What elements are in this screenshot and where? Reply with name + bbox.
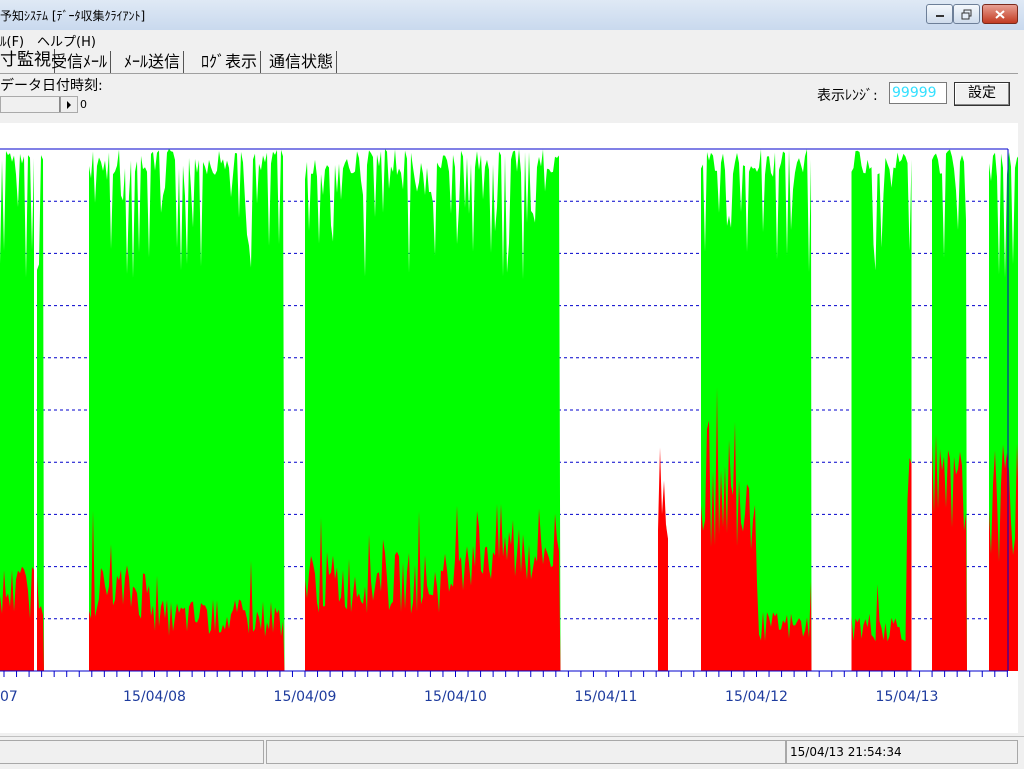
close-icon xyxy=(995,9,1005,19)
x-tick-label: 15/04/12 xyxy=(725,689,788,705)
display-range-input[interactable] xyxy=(889,82,947,104)
x-tick-label: 15/04/08 xyxy=(123,689,186,705)
status-datetime: 15/04/13 21:54:34 xyxy=(786,740,1018,764)
scroll-thumb[interactable] xyxy=(1,97,60,112)
menu-file[interactable]: ﾙ(F) xyxy=(0,31,24,50)
close-button[interactable] xyxy=(982,4,1018,24)
x-tick-label: 15/04/10 xyxy=(424,689,487,705)
window-title: 予知ｼｽﾃﾑ [ﾃﾞｰﾀ収集ｸﾗｲｱﾝﾄ] xyxy=(0,9,146,23)
x-tick-label: 07 xyxy=(0,689,18,705)
arrow-right-icon xyxy=(67,100,71,109)
set-button[interactable]: 設定 xyxy=(954,82,1010,106)
tab-comm-status[interactable]: 通信状態 xyxy=(266,51,338,73)
x-tick-label: 15/04/11 xyxy=(575,689,638,705)
tab-strip: 寸監視 受信ﾒｰﾙ ﾒｰﾙ送信 ﾛｸﾞ表示 通信状態 xyxy=(0,49,400,73)
display-range-label: 表示ﾚﾝｼﾞ: xyxy=(817,88,878,104)
time-scrollbar[interactable] xyxy=(0,96,78,113)
tab-received-mail[interactable]: 受信ﾒｰﾙ xyxy=(48,51,112,73)
status-bar: 15/04/13 21:54:34 xyxy=(0,736,1024,769)
x-tick-label: 15/04/09 xyxy=(274,689,337,705)
restore-icon xyxy=(961,9,971,19)
x-tick-labels: 07 15/04/08 15/04/09 15/04/10 15/04/11 15/04/… xyxy=(0,689,938,705)
monitor-chart: 07 15/04/08 15/04/09 15/04/10 15/04/11 15/04/… xyxy=(0,123,1018,733)
x-tick-label: 15/04/13 xyxy=(876,689,939,705)
title-bar: 予知ｼｽﾃﾑ [ﾃﾞｰﾀ収集ｸﾗｲｱﾝﾄ] xyxy=(0,0,1024,31)
status-panel-2 xyxy=(266,740,786,764)
green-area xyxy=(851,150,912,672)
scroll-value: 0 xyxy=(80,98,87,111)
tab-send-mail[interactable]: ﾒｰﾙ送信 xyxy=(121,51,185,73)
status-panel-1 xyxy=(0,740,264,764)
restore-button[interactable] xyxy=(953,4,980,24)
tab-monitor[interactable]: 寸監視 xyxy=(0,49,55,73)
tab-log-view[interactable]: ﾛｸﾞ表示 xyxy=(198,51,262,73)
menu-help[interactable]: ヘルプ(H) xyxy=(37,31,96,50)
menu-bar: ﾙ(F) ヘルプ(H) xyxy=(0,30,1024,50)
data-datetime-label: データ日付時刻: xyxy=(0,78,103,94)
scroll-right-button[interactable] xyxy=(60,97,77,112)
minimize-icon xyxy=(935,15,944,17)
red-area xyxy=(658,447,668,671)
minimize-button[interactable] xyxy=(926,4,953,24)
